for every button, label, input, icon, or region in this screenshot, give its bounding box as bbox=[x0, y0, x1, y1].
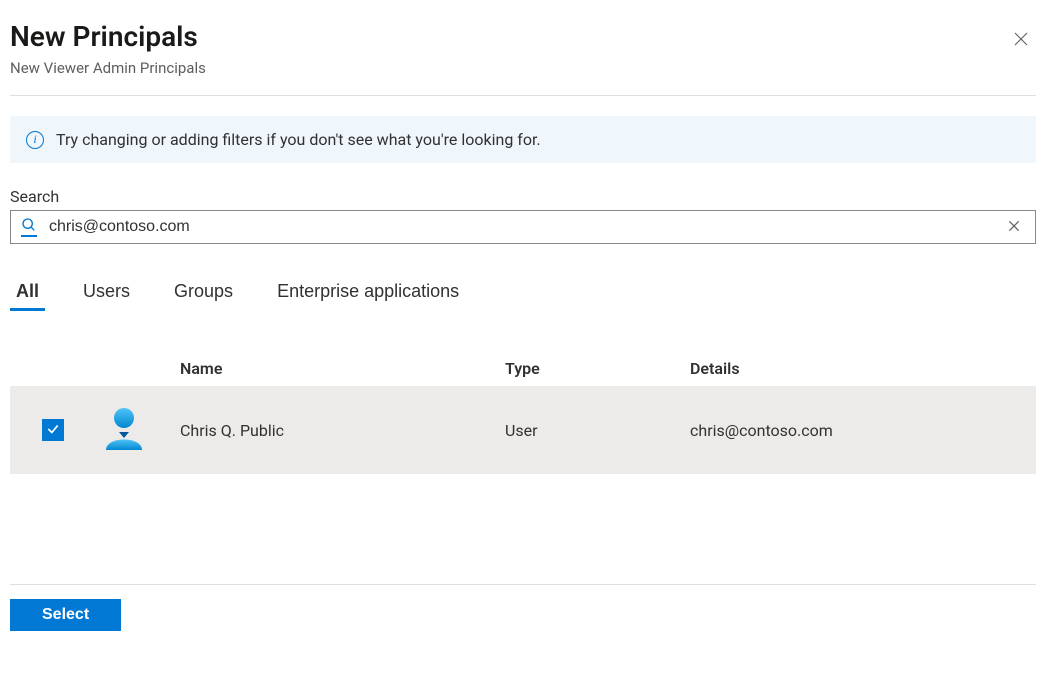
table-header-row: Name Type Details bbox=[10, 351, 1036, 386]
row-details: chris@contoso.com bbox=[690, 421, 1036, 440]
tabs: All Users Groups Enterprise applications bbox=[10, 280, 1036, 311]
panel-header: New Principals New Viewer Admin Principa… bbox=[10, 10, 1036, 96]
tab-all[interactable]: All bbox=[10, 280, 45, 311]
close-icon bbox=[1012, 36, 1030, 51]
column-header-type[interactable]: Type bbox=[505, 359, 690, 378]
info-bar: i Try changing or adding filters if you … bbox=[10, 116, 1036, 163]
column-header-details[interactable]: Details bbox=[690, 359, 1036, 378]
clear-search-button[interactable] bbox=[1003, 215, 1025, 240]
page-title: New Principals bbox=[10, 20, 206, 53]
info-icon: i bbox=[26, 131, 44, 149]
search-box[interactable] bbox=[10, 210, 1036, 244]
row-type: User bbox=[505, 421, 690, 440]
principals-table: Name Type Details bbox=[10, 351, 1036, 474]
tab-enterprise-applications[interactable]: Enterprise applications bbox=[271, 280, 465, 311]
column-header-name[interactable]: Name bbox=[180, 359, 505, 378]
table-row[interactable]: Chris Q. Public User chris@contoso.com bbox=[10, 386, 1036, 474]
search-label: Search bbox=[10, 187, 1036, 206]
row-name: Chris Q. Public bbox=[180, 421, 505, 440]
user-avatar-icon bbox=[100, 404, 148, 452]
search-input[interactable] bbox=[47, 217, 1003, 237]
info-message: Try changing or adding filters if you do… bbox=[56, 130, 541, 149]
tab-users[interactable]: Users bbox=[77, 280, 136, 311]
search-icon bbox=[21, 217, 37, 237]
row-checkbox[interactable] bbox=[42, 419, 64, 441]
footer: Select bbox=[10, 584, 1036, 631]
page-subtitle: New Viewer Admin Principals bbox=[10, 59, 206, 77]
tab-groups[interactable]: Groups bbox=[168, 280, 239, 311]
close-button[interactable] bbox=[1006, 24, 1036, 57]
select-button[interactable]: Select bbox=[10, 599, 121, 631]
clear-icon bbox=[1007, 221, 1021, 236]
checkmark-icon bbox=[46, 421, 60, 440]
